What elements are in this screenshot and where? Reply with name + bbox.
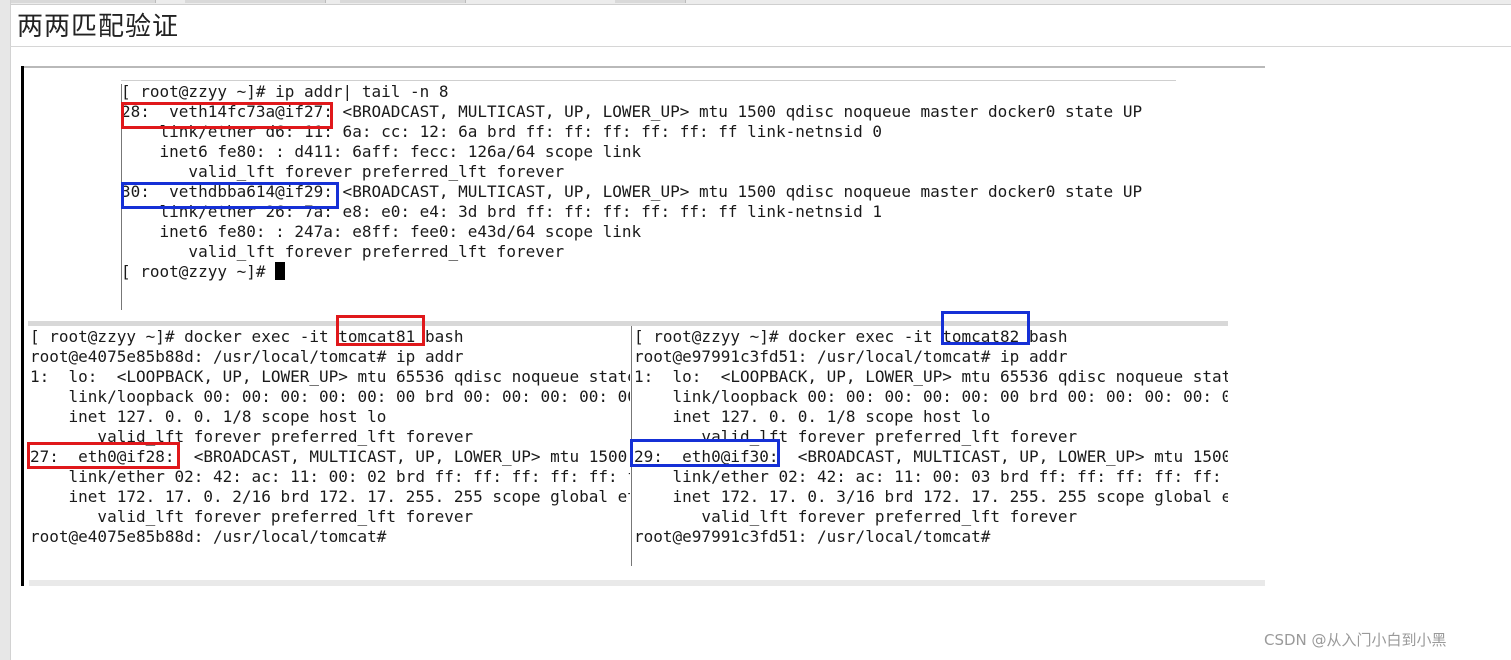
tomcat82-terminal-pane: [ root@zzyy ~]# docker exec -it tomcat82… bbox=[634, 327, 1228, 547]
toolbar-tab[interactable] bbox=[10, 0, 156, 3]
tomcat81-terminal-pane: [ root@zzyy ~]# docker exec -it tomcat81… bbox=[30, 327, 630, 547]
highlight-tomcat81-red bbox=[336, 315, 425, 346]
highlight-vethdbba614-blue bbox=[121, 182, 339, 209]
host-terminal-top-line bbox=[121, 80, 1176, 81]
terminal-line: [ root@zzyy ~]# ip addr| tail -n 8 bbox=[121, 82, 449, 101]
title-divider bbox=[10, 46, 1511, 47]
highlight-eth0-if30-blue bbox=[630, 439, 780, 467]
terminal-line: link/ether 02: 42: ac: 11: 00: 03 brd ff… bbox=[672, 467, 1222, 486]
highlight-veth14fc73a-red bbox=[121, 102, 333, 129]
host-terminal: [ root@zzyy ~]# ip addr| tail -n 8 28: v… bbox=[121, 80, 1176, 312]
terminal-prompt: [ root@zzyy ~]# bbox=[121, 262, 276, 281]
toolbar-tab[interactable] bbox=[615, 0, 686, 3]
terminal-line: 1: lo: <LOOPBACK, UP, LOWER_UP> mtu 6553… bbox=[30, 367, 630, 386]
terminal-line: valid_lft forever preferred_lft forever bbox=[121, 242, 565, 261]
terminal-line: inet 172. 17. 0. 3/16 brd 172. 17. 255. … bbox=[634, 487, 1228, 506]
terminal-line: inet 127. 0. 0. 1/8 scope host lo bbox=[634, 407, 991, 426]
left-margin-bar bbox=[0, 0, 11, 660]
terminal-line: link/loopback 00: 00: 00: 00: 00: 00 brd… bbox=[634, 387, 1228, 406]
terminal-prompt-line[interactable]: [ root@zzyy ~]# bbox=[121, 262, 1142, 282]
highlight-eth0-if28-red bbox=[27, 442, 180, 469]
highlight-tomcat82-blue bbox=[941, 311, 1030, 345]
terminal-prompt[interactable]: root@e97991c3fd51: /usr/local/tomcat# bbox=[634, 527, 1228, 547]
terminal-line: inet6 fe80: : 247a: e8ff: fee0: e43d/64 … bbox=[121, 222, 642, 241]
terminal-line: inet 127. 0. 0. 1/8 scope host lo bbox=[30, 407, 387, 426]
terminal-line: valid_lft forever preferred_lft forever bbox=[634, 507, 1078, 526]
container-terminals-top-band bbox=[28, 321, 1228, 326]
terminal-line: link/loopback 00: 00: 00: 00: 00: 00 brd… bbox=[30, 387, 630, 406]
terminal-prompt[interactable]: root@e4075e85b88d: /usr/local/tomcat# bbox=[30, 527, 630, 547]
top-toolbar-strip bbox=[0, 0, 1511, 5]
screenshot-bottom-band bbox=[29, 580, 1265, 586]
toolbar-tab[interactable] bbox=[340, 0, 466, 3]
terminal-line: link/ether 02: 42: ac: 11: 00: 02 brd ff… bbox=[68, 467, 630, 486]
terminal-line: 1: lo: <LOOPBACK, UP, LOWER_UP> mtu 6553… bbox=[634, 367, 1228, 386]
terminal-line: valid_lft forever preferred_lft forever bbox=[121, 162, 565, 181]
terminal-line: inet 172. 17. 0. 2/16 brd 172. 17. 255. … bbox=[30, 487, 630, 506]
screenshot-left-border bbox=[21, 66, 24, 586]
page-title: 两两匹配验证 bbox=[17, 12, 180, 42]
terminal-line: inet6 fe80: : d411: 6aff: fecc: 126a/64 … bbox=[121, 142, 642, 161]
terminal-line: [ root@zzyy ~]# docker exec -it tomcat81… bbox=[30, 327, 464, 346]
container-terminals: [ root@zzyy ~]# docker exec -it tomcat81… bbox=[27, 311, 1228, 566]
watermark: CSDN @从入门小白到小黑 bbox=[1264, 631, 1447, 649]
terminal-screenshot: [ root@zzyy ~]# ip addr| tail -n 8 28: v… bbox=[21, 66, 1265, 586]
terminal-line: valid_lft forever preferred_lft forever bbox=[30, 507, 474, 526]
terminal-line: [ root@zzyy ~]# docker exec -it tomcat82… bbox=[634, 327, 1068, 346]
toolbar-tab[interactable] bbox=[185, 0, 326, 3]
terminal-cursor bbox=[275, 262, 286, 280]
terminal-line: root@e4075e85b88d: /usr/local/tomcat# ip… bbox=[30, 347, 464, 366]
terminal-line: root@e97991c3fd51: /usr/local/tomcat# ip… bbox=[634, 347, 1068, 366]
screenshot-top-border bbox=[21, 66, 1265, 68]
